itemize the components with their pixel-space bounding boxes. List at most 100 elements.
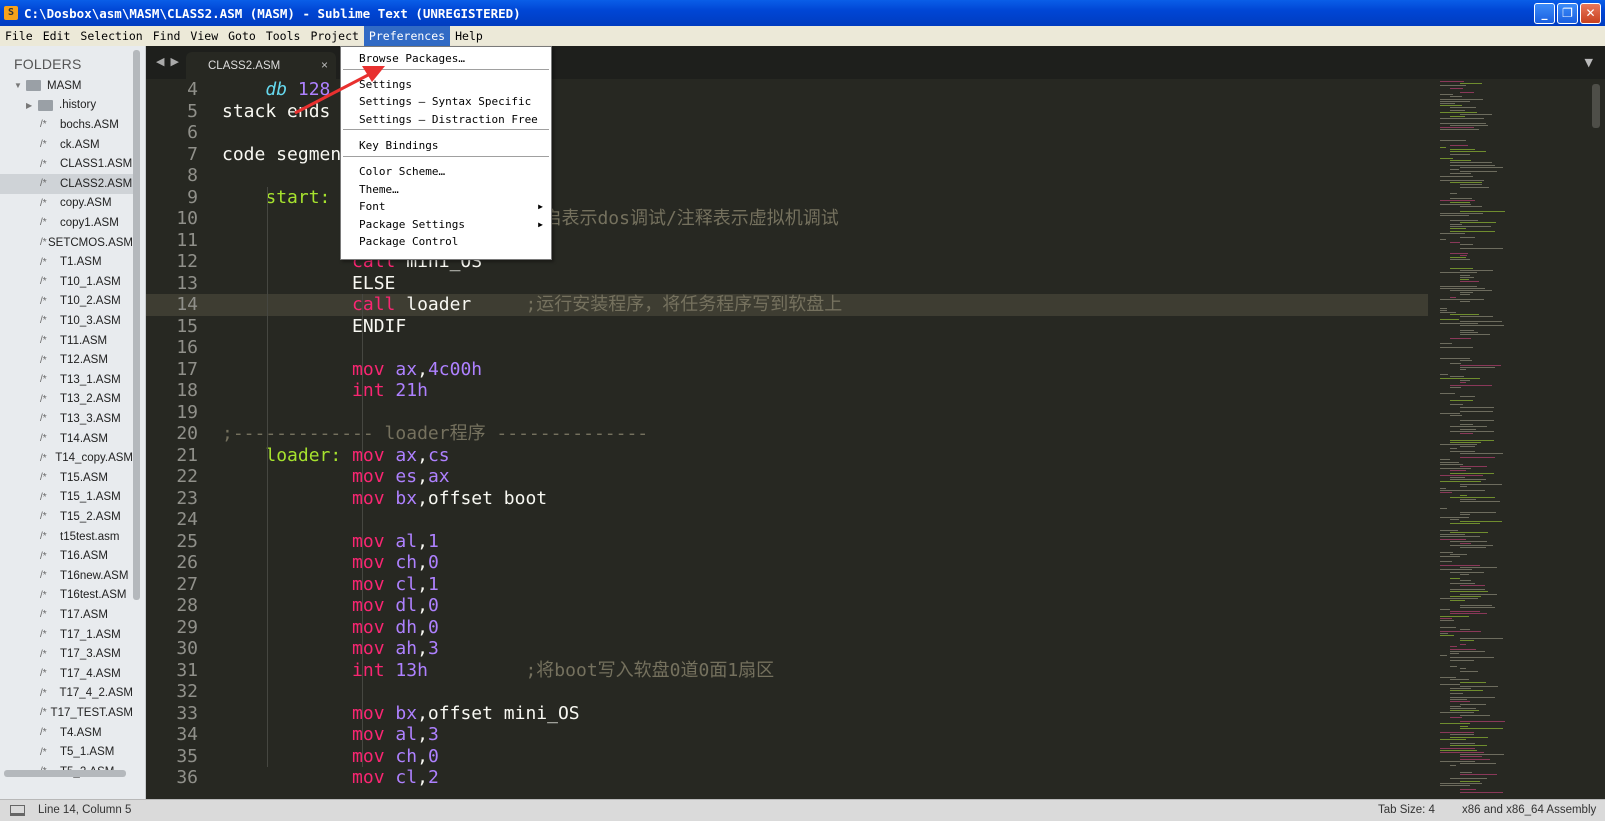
file-item[interactable]: /* ck.ASM [0,135,133,155]
menu-item-package-settings[interactable]: Package Settings [359,216,465,233]
file-item[interactable]: /* T10_2.ASM [0,292,133,312]
minimap-line [1450,470,1467,472]
menu-project[interactable]: Project [305,26,363,46]
menu-item-theme[interactable]: Theme… [359,181,399,198]
file-item[interactable]: /* T17_TEST.ASM [0,703,133,723]
menu-item-font[interactable]: Font [359,198,386,215]
file-item[interactable]: /* T11.ASM [0,331,133,351]
minimap-line [1450,162,1492,164]
syntax-indicator[interactable]: x86 and x86_64 Assembly [1462,804,1596,816]
file-item[interactable]: /* T4.ASM [0,723,133,743]
minimap-line [1440,481,1481,483]
file-item[interactable]: /* T15_2.ASM [0,507,133,527]
minimap-line [1450,182,1483,184]
minimap-line [1450,523,1480,525]
minimap-line [1460,446,1476,448]
file-item[interactable]: /* T10_1.ASM [0,272,133,292]
file-item[interactable]: /* T17_1.ASM [0,625,133,645]
file-item[interactable]: /* T17.ASM [0,605,133,625]
minimap-line [1450,589,1485,591]
menu-help[interactable]: Help [450,26,488,46]
file-item[interactable]: /* SETCMOS.ASM [0,233,133,253]
menu-view[interactable]: View [185,26,223,46]
file-item[interactable]: /* copy.ASM [0,194,133,214]
menu-find[interactable]: Find [148,26,186,46]
token: ax [395,444,418,466]
tab-list-dropdown-icon[interactable]: ▼ [1585,56,1593,69]
file-item[interactable]: /* T10_3.ASM [0,311,133,331]
minimap-line [1440,129,1480,131]
menu-item-settings-distraction-free[interactable]: Settings – Distraction Free [359,111,538,128]
menu-tools[interactable]: Tools [261,26,306,46]
panel-toggle-icon[interactable] [10,805,25,816]
file-item[interactable]: /* CLASS2.ASM [0,174,133,194]
minimap-line [1460,637,1503,639]
file-item[interactable]: /* T16.ASM [0,546,133,566]
line-number: 6 [187,122,198,143]
menu-item-settings-syntax-specific[interactable]: Settings – Syntax Specific [359,93,531,110]
file-item[interactable]: /* T17_3.ASM [0,644,133,664]
file-item[interactable]: /* T12.ASM [0,350,133,370]
chevron-down-icon[interactable]: ▼ [14,81,26,90]
menu-file[interactable]: File [0,26,38,46]
tab-close-icon[interactable]: × [321,58,328,72]
editor-vertical-scrollbar[interactable] [1592,84,1600,128]
file-label: SETCMOS.ASM [48,236,133,249]
menu-item-package-control[interactable]: Package Control [359,233,458,250]
minimize-button[interactable]: _ [1534,3,1555,24]
file-item[interactable]: /* T13_3.ASM [0,409,133,429]
menu-item-key-bindings[interactable]: Key Bindings [359,137,438,154]
file-icon: /* [40,609,47,621]
menu-item-color-scheme[interactable]: Color Scheme… [359,163,445,180]
menu-goto[interactable]: Goto [223,26,261,46]
sidebar-horizontal-scrollbar[interactable] [4,770,126,777]
file-item[interactable]: /* T13_2.ASM [0,390,133,410]
file-item[interactable]: /* T5_1.ASM [0,742,133,762]
code-editor[interactable]: 4 db 128 5 stack ends 6 7 code segment 8 9 star… [146,79,1428,799]
sidebar-vertical-scrollbar[interactable] [133,50,140,600]
token: mov [352,573,385,595]
maximize-button[interactable]: ❐ [1557,3,1578,24]
line-number: 30 [176,638,198,659]
tab-class2[interactable]: CLASS2.ASM × [186,52,336,79]
file-item[interactable]: /* bochs.ASM [0,115,133,135]
minimap-line [1450,705,1461,707]
file-item[interactable]: /* t15test.asm [0,527,133,547]
cursor-position[interactable]: Line 14, Column 5 [38,804,131,816]
folder-history[interactable]: ▶ .history [0,96,133,116]
minimap-line [1440,358,1471,360]
menu-item-browse-packages[interactable]: Browse Packages… [359,50,465,67]
file-item[interactable]: /* T16test.ASM [0,586,133,606]
file-item[interactable]: /* T15_1.ASM [0,488,133,508]
minimap-line [1450,591,1488,593]
code-text: mov ah,3 [222,638,439,660]
folder-masm[interactable]: ▼ MASM [0,76,133,96]
file-item[interactable]: /* T17_4.ASM [0,664,133,684]
file-item[interactable]: /* T14.ASM [0,429,133,449]
minimap-line [1460,166,1503,168]
chevron-right-icon[interactable]: ▶ [26,101,38,110]
file-item[interactable]: /* T16new.ASM [0,566,133,586]
code-line: 17 mov ax,4c00h [146,359,1428,381]
menu-edit[interactable]: Edit [38,26,76,46]
file-label: T17_3.ASM [60,648,121,661]
minimap[interactable] [1428,79,1592,799]
file-label: T10_2.ASM [60,295,121,308]
file-item[interactable]: /* T13_1.ASM [0,370,133,390]
file-item[interactable]: /* CLASS1.ASM [0,154,133,174]
tab-size-indicator[interactable]: Tab Size: 4 [1378,804,1435,816]
menu-item-settings[interactable]: Settings [359,76,412,93]
close-button[interactable]: ✕ [1580,3,1601,24]
minimap-line [1440,507,1447,509]
file-item[interactable]: /* T1.ASM [0,252,133,272]
menu-selection[interactable]: Selection [75,26,147,46]
file-label: T13_3.ASM [60,412,121,425]
file-item[interactable]: /* copy1.ASM [0,213,133,233]
tab-nav-arrows[interactable]: ◀▶ [156,55,185,68]
menu-preferences[interactable]: Preferences [363,26,451,46]
minimap-line [1440,655,1447,657]
file-item[interactable]: /* T17_4_2.ASM [0,684,133,704]
file-item[interactable]: /* T14_copy.ASM [0,448,133,468]
file-item[interactable]: /* T15.ASM [0,468,133,488]
